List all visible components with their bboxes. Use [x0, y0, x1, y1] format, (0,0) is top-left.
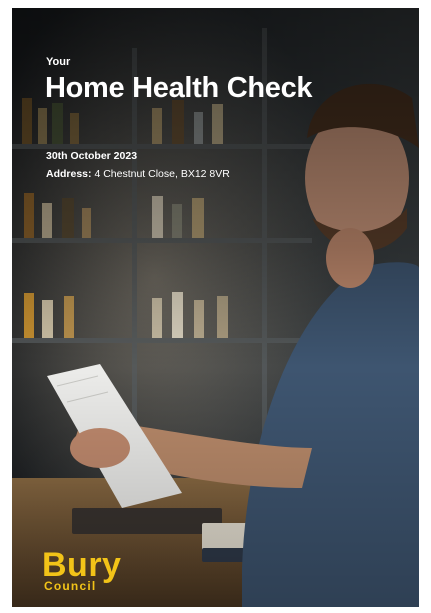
report-cover: Your Home Health Check 30th October 2023…	[12, 8, 419, 607]
report-date: 30th October 2023	[46, 150, 138, 162]
address-value: 4 Chestnut Close, BX12 8VR	[94, 168, 230, 180]
title-eyebrow: Your	[46, 56, 71, 68]
logo-line1: Bury	[42, 546, 122, 584]
bury-council-logo: Bury Council	[42, 548, 121, 592]
report-address: Address: 4 Chestnut Close, BX12 8VR	[46, 168, 230, 180]
address-label: Address:	[46, 168, 92, 180]
cover-title: Home Health Check	[45, 72, 313, 104]
